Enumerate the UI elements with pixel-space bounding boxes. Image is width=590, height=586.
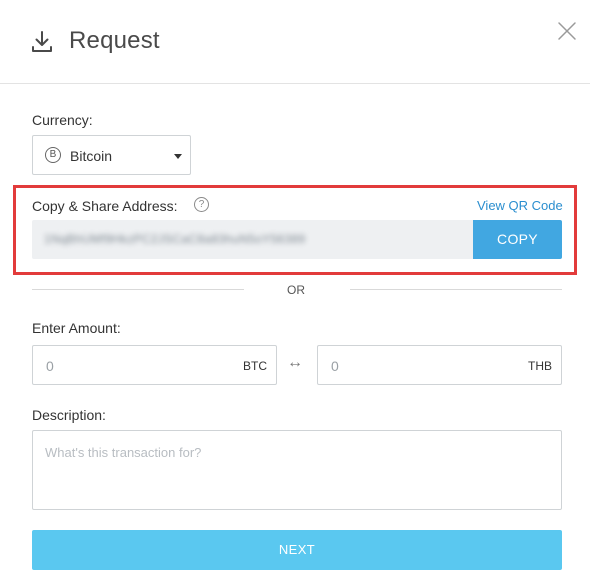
divider-right: [350, 289, 562, 290]
or-divider-text: OR: [287, 283, 305, 297]
help-icon[interactable]: ?: [194, 197, 209, 212]
btc-amount-input[interactable]: 0 BTC: [32, 345, 277, 385]
view-qr-code-link[interactable]: View QR Code: [477, 198, 563, 213]
amount-label: Enter Amount:: [32, 320, 121, 336]
caret-down-icon: [174, 154, 182, 159]
description-placeholder: What's this transaction for?: [45, 445, 202, 460]
divider-left: [32, 289, 244, 290]
download-icon: [32, 31, 52, 52]
btc-unit-label: BTC: [243, 359, 267, 373]
next-button[interactable]: NEXT: [32, 530, 562, 570]
address-field[interactable]: 1NqBhUMf9HkzPC2JSCaC8a83huN5oY56389: [32, 220, 474, 259]
description-textarea[interactable]: What's this transaction for?: [32, 430, 562, 510]
fiat-amount-input[interactable]: 0 THB: [317, 345, 562, 385]
copy-button[interactable]: COPY: [473, 220, 562, 259]
close-icon[interactable]: [557, 21, 577, 41]
bitcoin-icon: B: [45, 147, 61, 163]
fiat-amount-value: 0: [331, 358, 339, 374]
address-value: 1NqBhUMf9HkzPC2JSCaC8a83huN5oY56389: [44, 232, 306, 246]
btc-amount-value: 0: [46, 358, 54, 374]
description-label: Description:: [32, 407, 106, 423]
modal-title: Request: [69, 27, 160, 54]
fiat-unit-label: THB: [528, 359, 552, 373]
currency-selected-value: Bitcoin: [70, 148, 113, 164]
modal-header: Request: [0, 0, 590, 84]
currency-label: Currency:: [32, 112, 93, 128]
swap-arrows-icon: ↔: [287, 354, 303, 371]
currency-select[interactable]: B Bitcoin: [32, 135, 191, 175]
address-label: Copy & Share Address:: [32, 198, 178, 214]
